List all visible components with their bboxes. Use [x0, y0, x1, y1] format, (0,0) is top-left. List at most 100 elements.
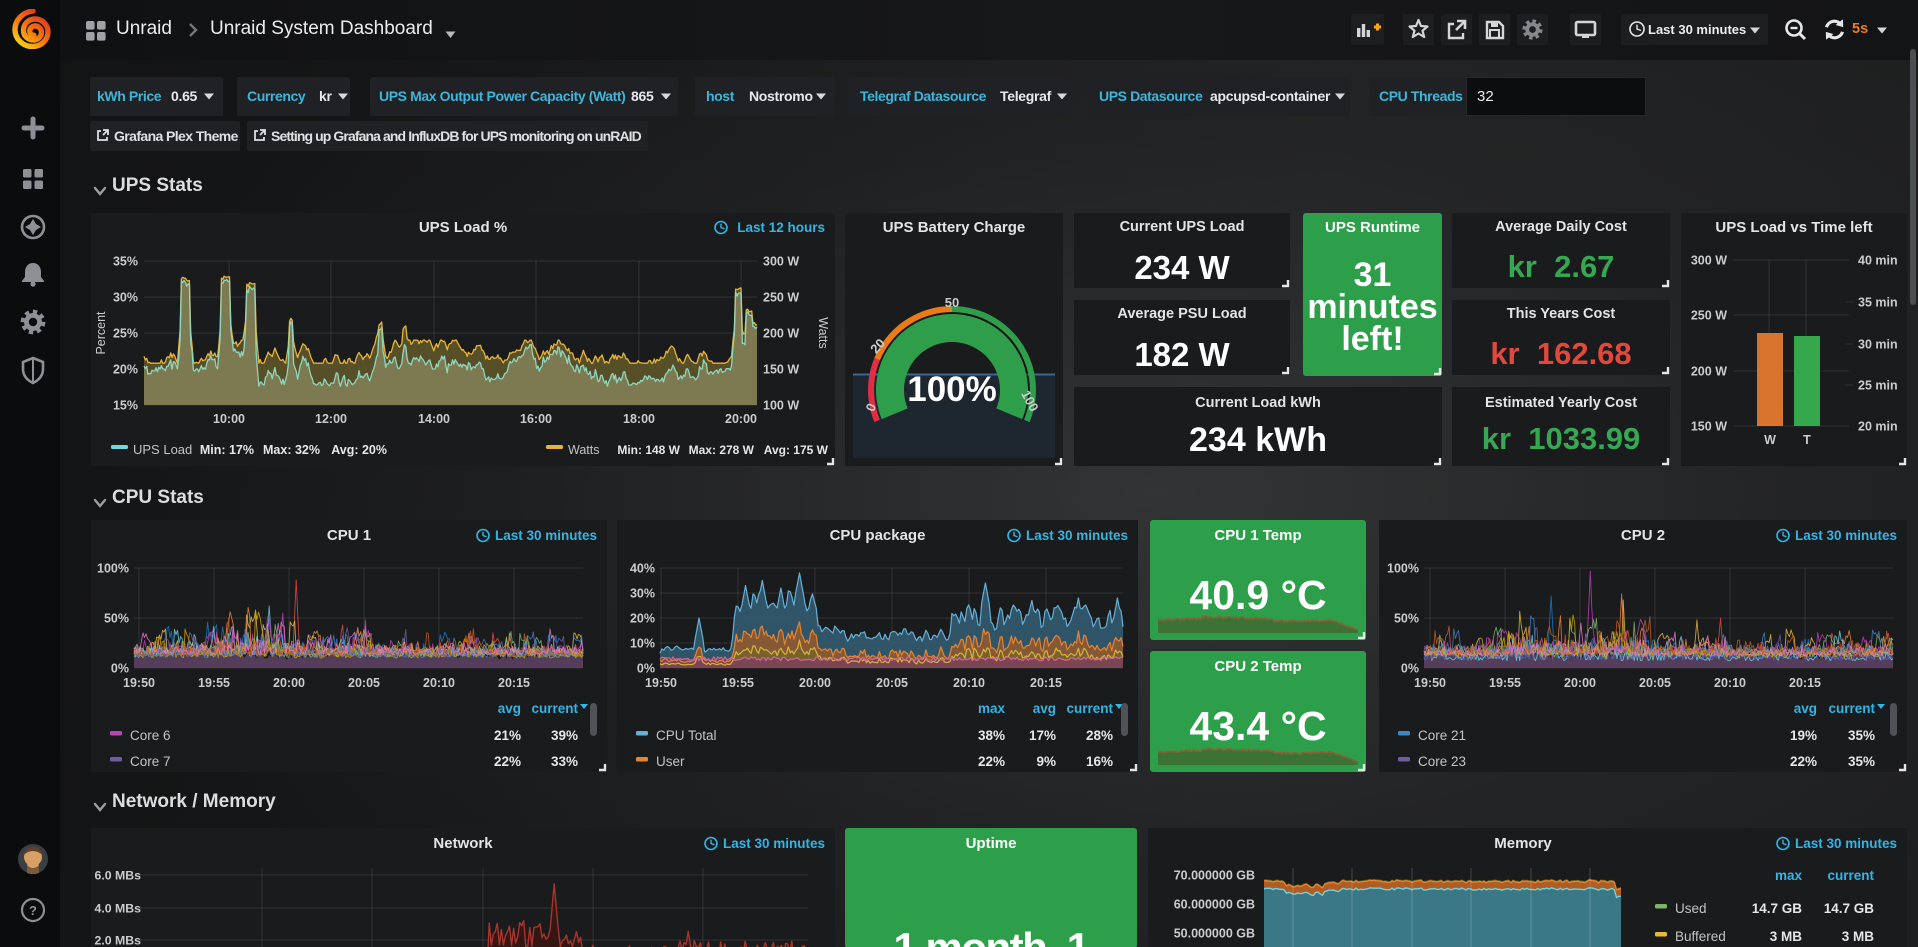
svg-text:20:00: 20:00 [725, 412, 757, 426]
svg-text:15%: 15% [113, 399, 138, 413]
svg-text:0%: 0% [1401, 662, 1419, 676]
svg-text:16%: 16% [1086, 754, 1113, 769]
svg-text:19:50: 19:50 [123, 676, 155, 690]
svg-text:60.000000 GB: 60.000000 GB [1174, 898, 1255, 912]
svg-text:250 W: 250 W [1691, 309, 1727, 323]
svg-text:39%: 39% [551, 728, 578, 743]
svg-text:300 W: 300 W [763, 255, 799, 269]
svg-text:22%: 22% [978, 754, 1005, 769]
svg-text:max: max [978, 701, 1006, 716]
svg-text:40 min: 40 min [1858, 254, 1898, 268]
svg-text:4.0 MBs: 4.0 MBs [95, 902, 142, 916]
svg-text:21%: 21% [494, 728, 521, 743]
svg-text:20:00: 20:00 [1564, 676, 1596, 690]
svg-text:20: 20 [867, 336, 888, 357]
svg-text:Max: 278 W: Max: 278 W [689, 443, 755, 457]
svg-text:Last 30 minutes: Last 30 minutes [1795, 836, 1897, 851]
svg-text:19:50: 19:50 [645, 676, 677, 690]
svg-text:70.000000 GB: 70.000000 GB [1174, 869, 1255, 883]
svg-text:Min: 148 W: Min: 148 W [617, 443, 680, 457]
svg-text:3 MB: 3 MB [1770, 929, 1803, 944]
svg-text:3 MB: 3 MB [1842, 929, 1875, 944]
svg-text:35%: 35% [1848, 754, 1875, 769]
svg-text:UPS Load: UPS Load [133, 442, 192, 457]
svg-text:20:00: 20:00 [273, 676, 305, 690]
svg-text:12:00: 12:00 [315, 412, 347, 426]
svg-text:Avg: 20%: Avg: 20% [331, 443, 387, 457]
svg-text:Last 30 minutes: Last 30 minutes [723, 836, 825, 851]
svg-text:avg: avg [1794, 701, 1817, 716]
svg-text:CPU 1 Temp: CPU 1 Temp [1214, 527, 1301, 544]
svg-text:Max: 32%: Max: 32% [263, 443, 320, 457]
svg-text:50.000000 GB: 50.000000 GB [1174, 927, 1255, 941]
svg-text:100%: 100% [97, 562, 129, 576]
svg-text:Memory: Memory [1494, 835, 1552, 852]
svg-text:20 min: 20 min [1858, 420, 1898, 434]
svg-text:200 W: 200 W [763, 327, 799, 341]
svg-text:14.7 GB: 14.7 GB [1752, 901, 1803, 916]
svg-text:CPU 2 Temp: CPU 2 Temp [1214, 658, 1301, 675]
svg-text:Core 7: Core 7 [130, 754, 171, 769]
svg-text:10:00: 10:00 [213, 412, 245, 426]
svg-text:35 min: 35 min [1858, 296, 1898, 310]
svg-text:CPU package: CPU package [830, 527, 926, 544]
svg-text:Percent: Percent [94, 311, 108, 355]
svg-text:150 W: 150 W [1691, 420, 1727, 434]
svg-text:20%: 20% [113, 363, 138, 377]
svg-text:T: T [1803, 433, 1811, 447]
svg-text:current: current [1828, 701, 1875, 716]
svg-text:25%: 25% [113, 327, 138, 341]
svg-text:20:10: 20:10 [1714, 676, 1746, 690]
svg-text:150 W: 150 W [763, 363, 799, 377]
svg-text:Avg: 175 W: Avg: 175 W [764, 443, 829, 457]
svg-text:UPS Battery Charge: UPS Battery Charge [883, 219, 1026, 236]
svg-text:50: 50 [945, 295, 959, 310]
svg-text:19:55: 19:55 [1489, 676, 1521, 690]
svg-text:30%: 30% [630, 587, 655, 601]
svg-text:20:15: 20:15 [498, 676, 530, 690]
svg-text:20:00: 20:00 [799, 676, 831, 690]
svg-text:50%: 50% [104, 612, 129, 626]
svg-text:0%: 0% [111, 662, 129, 676]
svg-text:18:00: 18:00 [623, 412, 655, 426]
svg-text:19%: 19% [1790, 728, 1817, 743]
svg-text:avg: avg [1033, 701, 1056, 716]
svg-text:300 W: 300 W [1691, 254, 1727, 268]
svg-text:?: ? [29, 903, 37, 918]
svg-text:Watts: Watts [568, 443, 599, 457]
svg-text:35%: 35% [113, 255, 138, 269]
svg-text:UPS Load vs Time left: UPS Load vs Time left [1715, 219, 1872, 236]
svg-text:20:15: 20:15 [1030, 676, 1062, 690]
svg-text:Core 21: Core 21 [1418, 728, 1466, 743]
svg-text:25 min: 25 min [1858, 379, 1898, 393]
svg-text:22%: 22% [1790, 754, 1817, 769]
svg-text:User: User [656, 754, 685, 769]
svg-text:0%: 0% [637, 662, 655, 676]
svg-text:33%: 33% [551, 754, 578, 769]
svg-text:CPU Total: CPU Total [656, 728, 717, 743]
svg-text:20:15: 20:15 [1789, 676, 1821, 690]
svg-text:Network: Network [433, 835, 493, 852]
svg-text:100%: 100% [1387, 562, 1419, 576]
svg-text:30%: 30% [113, 291, 138, 305]
svg-text:current: current [1066, 701, 1113, 716]
svg-text:Last 30 minutes: Last 30 minutes [1026, 528, 1128, 543]
svg-text:Min: 17%: Min: 17% [200, 443, 254, 457]
svg-text:current: current [1827, 868, 1874, 883]
svg-text:20:05: 20:05 [1639, 676, 1671, 690]
svg-text:14.7 GB: 14.7 GB [1824, 901, 1875, 916]
svg-text:20%: 20% [630, 612, 655, 626]
svg-text:9%: 9% [1036, 754, 1056, 769]
svg-text:CPU 2: CPU 2 [1621, 527, 1665, 544]
svg-text:Watts: Watts [816, 317, 830, 348]
svg-text:20:10: 20:10 [423, 676, 455, 690]
svg-text:28%: 28% [1086, 728, 1113, 743]
svg-text:19:55: 19:55 [198, 676, 230, 690]
svg-text:Last 12 hours: Last 12 hours [737, 220, 825, 235]
svg-text:35%: 35% [1848, 728, 1875, 743]
svg-text:current: current [531, 701, 578, 716]
svg-text:20:05: 20:05 [876, 676, 908, 690]
svg-text:20:05: 20:05 [348, 676, 380, 690]
svg-text:Last 30 minutes: Last 30 minutes [495, 528, 597, 543]
svg-text:50%: 50% [1394, 612, 1419, 626]
